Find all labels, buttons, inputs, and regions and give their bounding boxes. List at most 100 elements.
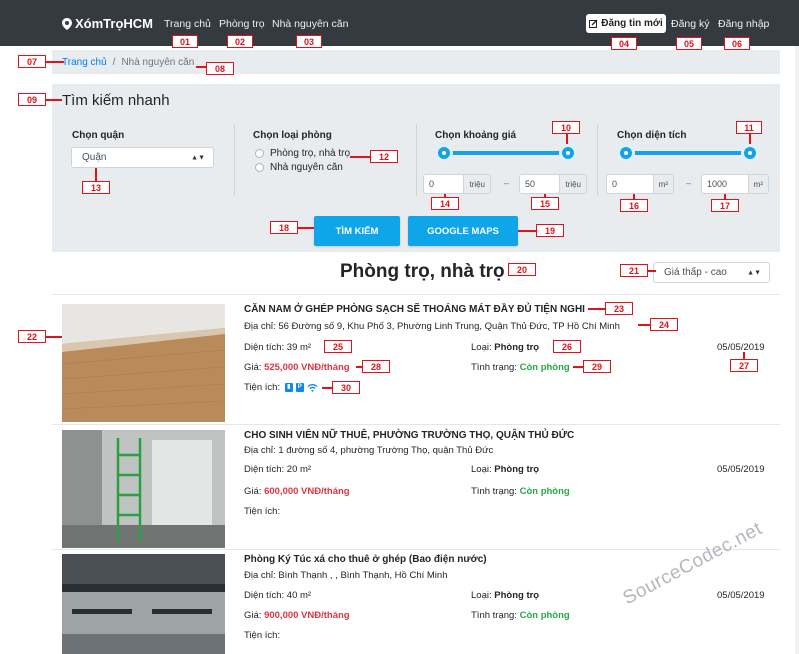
listing-item[interactable]: CHO SINH VIÊN NỮ THUÊ, PHƯỜNG TRƯỜNG THỌ… (52, 430, 780, 548)
area-slider-min-handle[interactable] (617, 144, 635, 162)
listing-price: Giá: 600,000 VNĐ/tháng (244, 486, 350, 497)
area-slider-max-handle[interactable] (741, 144, 759, 162)
listing-title[interactable]: CHO SINH VIÊN NỮ THUÊ, PHƯỜNG TRƯỜNG THỌ… (244, 430, 574, 441)
annotation-pointer (573, 366, 583, 368)
area-min-value[interactable]: 0 (607, 175, 653, 193)
annotation-label: 13 (82, 181, 110, 194)
type-label: Loại: (471, 590, 492, 601)
price-max-input[interactable]: 50 triệu (519, 174, 587, 194)
annotation-pointer (518, 230, 536, 232)
annotation-label: 26 (553, 340, 581, 353)
room-type-option-label: Nhà nguyên căn (270, 162, 343, 173)
wifi-icon (307, 384, 318, 392)
area-max-value[interactable]: 1000 (702, 175, 748, 193)
annotation-label: 03 (296, 35, 322, 48)
divider (234, 124, 235, 196)
type-label: Loại: (471, 342, 492, 353)
edit-icon (589, 19, 598, 28)
nav-link-home[interactable]: Trang chủ (164, 18, 211, 30)
listing-address: Địa chỉ: 56 Đường số 9, Khu Phố 3, Phườn… (244, 321, 620, 332)
sort-value: Giá thấp - cao (664, 267, 727, 278)
listing-amenities: Tiện ích: (244, 630, 280, 641)
room-type-option-house[interactable]: Nhà nguyên căn (255, 162, 343, 173)
nav-link-rooms[interactable]: Phòng trọ (219, 18, 265, 30)
brand-logo[interactable]: XómTrọHCM (62, 16, 153, 31)
annotation-label: 17 (711, 199, 739, 212)
price-slider-max-handle[interactable] (559, 144, 577, 162)
annotation-label: 12 (370, 150, 398, 163)
search-button[interactable]: TÌM KIẾM (314, 216, 400, 246)
price-max-value[interactable]: 50 (520, 175, 559, 193)
price-slider-track[interactable] (444, 151, 568, 155)
price-value: 600,000 VNĐ/tháng (264, 486, 350, 497)
listing-date: 05/05/2019 (717, 464, 765, 475)
district-label: Chọn quận (72, 130, 125, 141)
listing-area: Diện tích: 39 m² (244, 342, 311, 353)
nav-link-houses[interactable]: Nhà nguyên căn (272, 18, 348, 30)
radio-button[interactable] (255, 149, 264, 158)
area-value: 40 m² (286, 590, 312, 601)
annotation-label: 28 (362, 360, 390, 373)
price-slider-min-handle[interactable] (435, 144, 453, 162)
post-new-button[interactable]: Đăng tin mới (586, 14, 666, 33)
annotation-pointer (350, 156, 370, 158)
status-label: Tình trạng: (471, 362, 517, 373)
room-type-label: Chọn loại phòng (253, 130, 332, 141)
listing-status: Tình trạng: Còn phòng (471, 362, 570, 373)
listing-price: Giá: 525,000 VNĐ/tháng (244, 362, 350, 373)
annotation-pointer (46, 336, 62, 338)
breadcrumb: Trang chủ / Nhà nguyên căn (52, 50, 780, 74)
status-label: Tình trạng: (471, 486, 517, 497)
map-pin-icon (62, 17, 72, 30)
listing-title[interactable]: Phòng Ký Túc xá cho thuê ở ghép (Bao điệ… (244, 554, 487, 565)
listing-photo[interactable] (62, 304, 225, 422)
annotation-label: 27 (730, 359, 758, 372)
annotation-pointer (724, 194, 726, 199)
google-maps-button[interactable]: GOOGLE MAPS (408, 216, 518, 246)
annotation-label: 30 (332, 381, 360, 394)
district-select[interactable]: Quận ▲▼ (71, 147, 214, 168)
divider (52, 294, 780, 295)
room-photo-image (62, 554, 225, 654)
listing-address: Địa chỉ: 1 đường số 4, phường Trường Thọ… (244, 445, 494, 456)
annotation-label: 29 (583, 360, 611, 373)
price-value: 900,000 VNĐ/tháng (264, 610, 350, 621)
annotation-pointer (298, 227, 314, 229)
radio-button[interactable] (255, 163, 264, 172)
listing-photo[interactable] (62, 430, 225, 548)
breadcrumb-home[interactable]: Trang chủ (62, 57, 107, 68)
annotation-label: 15 (531, 197, 559, 210)
area-max-input[interactable]: 1000 m² (701, 174, 769, 194)
scrollbar[interactable] (795, 46, 799, 654)
listing-type: Loại: Phòng trọ (471, 464, 539, 475)
price-min-value[interactable]: 0 (424, 175, 463, 193)
area-min-input[interactable]: 0 m² (606, 174, 674, 194)
room-type-option-rooms[interactable]: Phòng trọ, nhà trọ (255, 148, 350, 159)
toilet-icon: ▮ (284, 382, 293, 392)
listing-area: Diện tích: 40 m² (244, 590, 311, 601)
annotation-pointer (544, 194, 546, 198)
price-min-input[interactable]: 0 triệu (423, 174, 491, 194)
listing-amenities: Tiện ích: (244, 506, 280, 517)
annotation-pointer (588, 308, 605, 310)
login-link[interactable]: Đăng nhập (718, 18, 769, 30)
listing-date: 05/05/2019 (717, 342, 765, 353)
register-link[interactable]: Đăng ký (671, 18, 710, 30)
annotation-pointer (638, 324, 650, 326)
sort-select[interactable]: Giá thấp - cao ▲▼ (653, 262, 770, 283)
listing-status: Tình trạng: Còn phòng (471, 486, 570, 497)
area-slider-track[interactable] (626, 151, 750, 155)
annotation-pointer (444, 194, 446, 198)
listing-title[interactable]: CĂN NAM Ở GHÉP PHÒNG SẠCH SẼ THOÁNG MÁT … (244, 304, 585, 315)
divider (416, 124, 417, 196)
range-dash: – (504, 178, 510, 188)
listing-address: Địa chỉ: Bình Thạnh , , Bình Thạnh, Hồ C… (244, 570, 448, 581)
annotation-label: 19 (536, 224, 564, 237)
annotation-label: 10 (552, 121, 580, 134)
annotation-label: 09 (18, 93, 46, 106)
search-title: Tìm kiếm nhanh (62, 92, 170, 109)
amenities-label: Tiện ích: (244, 382, 281, 393)
listing-amenities: Tiện ích: ▮ P (244, 382, 318, 393)
annotation-label: 14 (431, 197, 459, 210)
listing-photo[interactable] (62, 554, 225, 654)
